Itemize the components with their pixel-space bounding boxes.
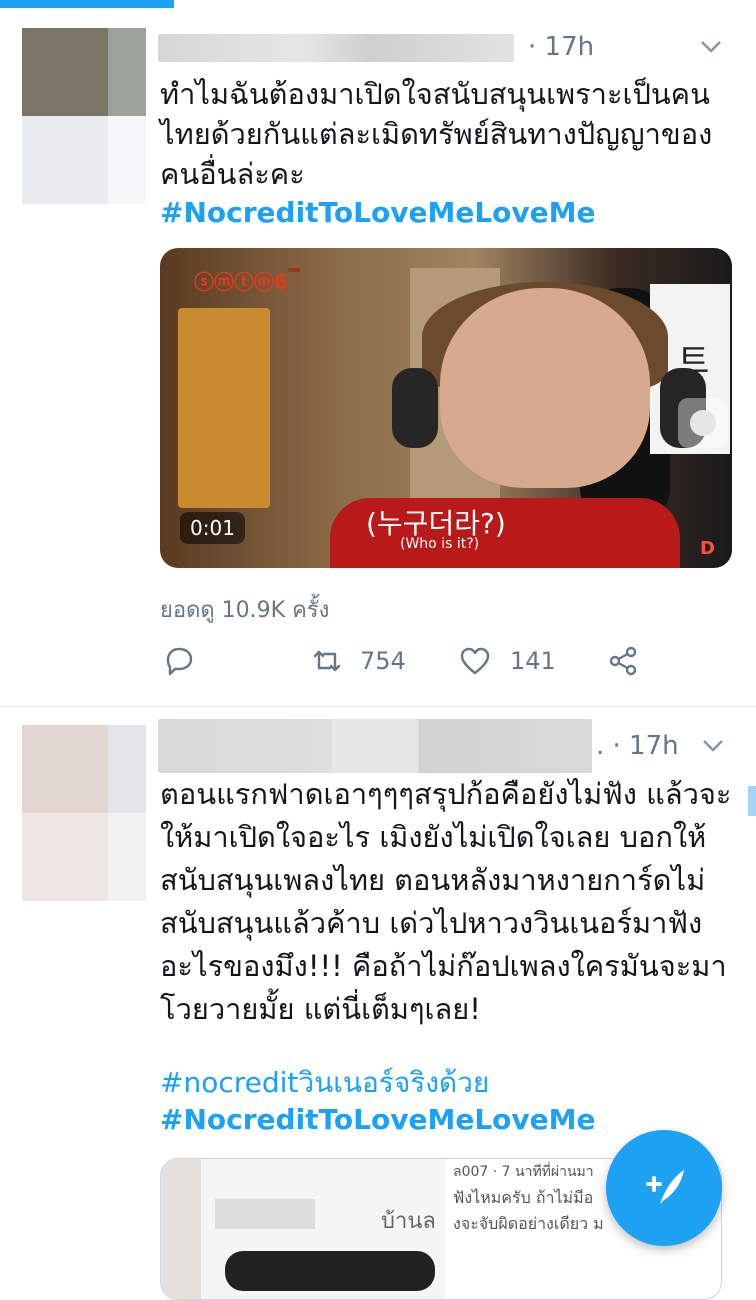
tweet-time: . · 17h [596,731,679,761]
tweet-text: ตอนแรกฟาดเอาๆๆๆสรุปก้อคือยังไม่ฟัง แล้วจ… [160,777,732,1026]
show-logo: ⓢⓜⓣⓜ6 [194,270,288,294]
chevron-down-icon[interactable] [702,739,724,753]
scrollbar-thumb[interactable] [748,786,756,816]
show-logo-tag [288,268,300,272]
avatar[interactable] [22,28,146,204]
channel-logo-icon: D [700,538,715,559]
share-icon [609,646,637,676]
video-player[interactable]: 트 ⓢⓜⓣⓜ6 0:01 (누구더라?) (Who is it?) D [160,248,732,568]
tweet-actions: 754 141 [160,644,660,688]
video-duration: 0:01 [180,512,245,544]
video-frame-wall [178,308,270,508]
quoted-image-text: บ้านล [381,1209,436,1234]
reply-icon [166,647,193,676]
retweet-button[interactable]: 754 [310,644,406,678]
heart-icon [460,647,490,675]
video-frame-headphone-left [392,368,438,448]
like-button[interactable]: 141 [458,644,556,678]
hashtag-link[interactable]: #nocreditวินเนอร์จริงด้วย [160,1061,489,1105]
tweet-1[interactable]: · 17h ทำไมฉันต้องมาเปิดใจสนับสนุนเพราะเป… [0,0,756,706]
record-button-icon[interactable] [678,398,728,448]
view-count: ยอดดู 10.9K ครั้ง [160,598,330,623]
reply-button[interactable] [162,644,196,678]
compose-tweet-icon [646,1170,684,1204]
video-subtitle-english: (Who is it?) [400,536,480,552]
chevron-down-icon[interactable] [700,40,722,54]
share-button[interactable] [606,644,640,678]
hashtag-link[interactable]: #NocreditToLoveMeLoveMe [160,1103,596,1136]
author-name-redacted[interactable] [158,34,514,62]
avatar[interactable] [22,725,146,901]
video-frame-face [440,288,650,488]
like-count: 141 [510,647,556,675]
tweet-time: · 17h [528,32,595,62]
retweet-count: 754 [360,647,406,675]
tweet-text: ทำไมฉันต้องมาเปิดใจสนับสนุนเพราะเป็นคนไท… [160,77,713,191]
author-name-redacted[interactable] [158,719,592,773]
hashtag-link[interactable]: #NocreditToLoveMeLoveMe [160,196,596,229]
quoted-image: บ้านล [161,1159,445,1299]
retweet-icon [313,650,341,672]
compose-tweet-button[interactable] [606,1130,722,1246]
